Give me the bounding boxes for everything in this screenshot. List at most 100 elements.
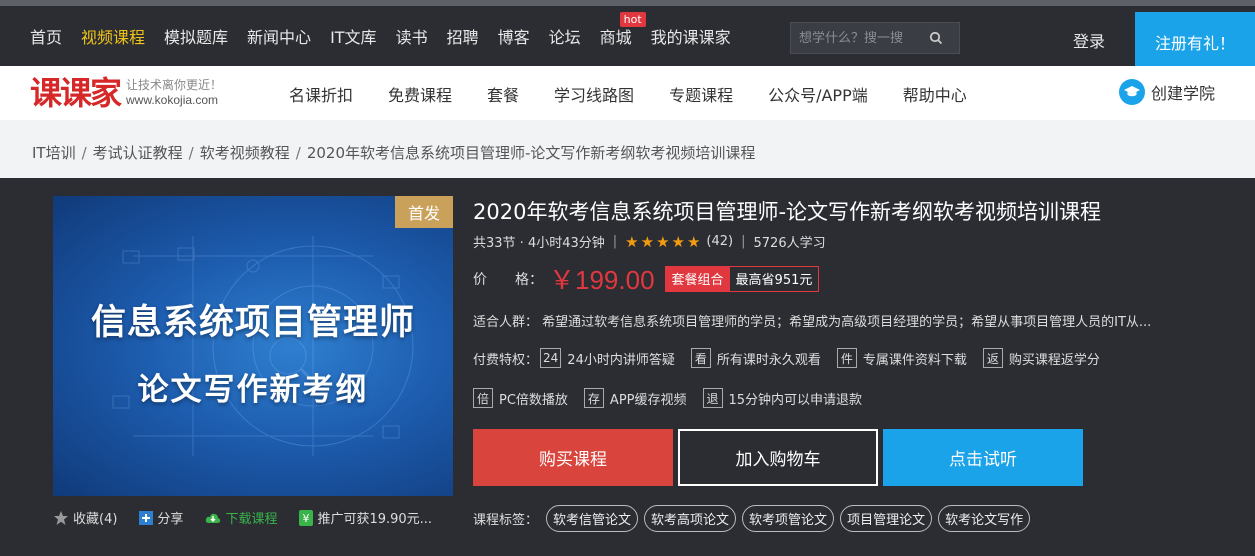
breadcrumb-item-ruankao-videos[interactable]: 软考视频教程 — [200, 144, 290, 162]
course-tag[interactable]: 项目管理论文 — [840, 505, 933, 532]
cloud-download-icon — [205, 512, 221, 524]
breadcrumb-item-certification[interactable]: 考试认证教程 — [93, 144, 183, 162]
nav-item-mock-exams[interactable]: 模拟题库 — [164, 24, 228, 48]
privilege-text: 24小时内讲师答疑 — [567, 352, 675, 368]
search-icon[interactable] — [921, 23, 951, 53]
tags-label: 课程标签： — [473, 513, 539, 528]
top-navbar: 首页 视频课程 模拟题库 新闻中心 IT文库 读书 招聘 博客 论坛 商城 ho… — [0, 0, 1255, 72]
subnav-item-help[interactable]: 帮助中心 — [903, 82, 967, 106]
privilege-item: 24 24小时内讲师答疑 — [540, 348, 675, 368]
buy-course-button[interactable]: 购买课程 — [473, 429, 673, 486]
register-button[interactable]: 注册有礼！ — [1135, 12, 1255, 72]
privilege-item: 返购买课程返学分 — [982, 348, 1100, 368]
nav-item-jobs[interactable]: 招聘 — [447, 24, 479, 48]
first-release-badge: 首发 — [395, 196, 453, 228]
rating-star-icon: ★ — [671, 232, 685, 251]
nav-item-news[interactable]: 新闻中心 — [247, 24, 311, 48]
cover-title-line1: 信息系统项目管理师 — [90, 303, 415, 343]
course-tag[interactable]: 软考论文写作 — [938, 505, 1031, 532]
privilege-text: 所有课时永久观看 — [716, 352, 821, 368]
rating-star-icon: ★ — [686, 232, 701, 251]
privilege-item: 退 15分钟内可以申请退款 — [702, 388, 862, 408]
review-count[interactable]: (42) — [706, 234, 733, 249]
subnav-item-package[interactable]: 套餐 — [487, 82, 519, 106]
breadcrumb: IT培训 / 考试认证教程 / 软考视频教程 / 2020年软考信息系统项目管理师-论文写作… — [32, 142, 755, 163]
logo-mark: 课课家 — [30, 74, 122, 112]
breadcrumb-separator: / — [188, 144, 194, 162]
rating-star-icon: ★ — [625, 232, 639, 251]
meta-divider: | — [612, 234, 618, 249]
course-tag[interactable]: 软考高项论文 — [644, 505, 737, 532]
nav-item-blog[interactable]: 博客 — [498, 24, 530, 48]
graduation-cap-icon — [1119, 79, 1145, 105]
nav-item-forum[interactable]: 论坛 — [549, 24, 581, 48]
promote-link[interactable]: ¥ 推广可获19.90元... — [299, 508, 432, 527]
add-to-cart-button[interactable]: 加入购物车 — [678, 429, 878, 486]
course-tag[interactable]: 软考项管论文 — [742, 505, 835, 532]
nav-item-home[interactable]: 首页 — [30, 24, 62, 48]
sub-navbar: 课课家 让技术离你更近！ www.kokojia.com 名课折扣 免费课程 套… — [0, 66, 1255, 120]
logo-slogan: 让技术离你更近！ — [126, 78, 223, 92]
trial-listen-button[interactable]: 点击试听 — [883, 429, 1083, 486]
download-course-button[interactable]: 下载课程 — [205, 508, 277, 527]
privilege-icon: 件 — [836, 348, 857, 368]
meta-divider: | — [741, 234, 746, 249]
privilege-row: 倍 PC倍数播放 存 APP缓存视频 退 15分钟内可以申请退款 — [473, 386, 1116, 410]
svg-text:¥: ¥ — [303, 512, 310, 525]
rating-star-icon: ★ — [640, 232, 655, 251]
main-nav: 首页 视频课程 模拟题库 新闻中心 IT文库 读书 招聘 博客 论坛 商城 ho… — [30, 12, 750, 48]
privilege-text: APP缓存视频 — [609, 392, 687, 408]
privilege-icon: 看 — [690, 348, 711, 368]
subnav-item-topics[interactable]: 专题课程 — [669, 82, 733, 106]
search-box — [790, 22, 960, 54]
share-label: 分享 — [157, 512, 184, 527]
combo-tag: 套餐组合 — [665, 266, 730, 291]
nav-item-video-courses[interactable]: 视频课程 — [81, 24, 145, 48]
cover-actions: 收藏(4) 分享 下载课程 ¥ 推广可获19.90元... — [53, 508, 454, 527]
breadcrumb-bar: IT培训 / 考试认证教程 / 软考视频教程 / 2020年软考信息系统项目管理师-论文写作… — [0, 120, 1255, 178]
student-count: 5726人学习 — [753, 236, 826, 251]
favorite-button[interactable]: 收藏(4) — [53, 508, 117, 527]
site-logo[interactable]: 课课家 让技术离你更近！ www.kokojia.com — [30, 74, 222, 112]
yuan-icon: ¥ — [299, 509, 314, 526]
cover-title-line2: 论文写作新考纲 — [137, 372, 369, 408]
breadcrumb-item-it-training[interactable]: IT培训 — [32, 144, 76, 162]
privilege-icon: 退 — [702, 388, 723, 408]
privilege-item: 看所有课时永久观看 — [690, 348, 821, 368]
nav-item-my-kokojia[interactable]: 我的课课家 — [651, 24, 731, 48]
privilege-icon: 倍 — [473, 388, 493, 408]
create-academy-label: 创建学院 — [1151, 84, 1216, 103]
course-title: 2020年软考信息系统项目管理师-论文写作新考纲软考视频培训课程 — [473, 200, 1102, 224]
privilege-text: 购买课程返学分 — [1008, 352, 1100, 368]
nav-item-it-library[interactable]: IT文库 — [330, 24, 377, 48]
price-label: 价 格： — [473, 271, 543, 288]
privilege-icon: 24 — [540, 348, 562, 368]
privilege-item: 存 APP缓存视频 — [583, 388, 687, 408]
subnav-item-roadmap[interactable]: 学习线路图 — [554, 82, 634, 106]
plus-icon — [139, 510, 154, 525]
rating-stars: ★ ★ ★ ★ ★ — [625, 233, 702, 251]
rating-star-icon: ★ — [656, 232, 670, 251]
subnav-item-free[interactable]: 免费课程 — [388, 82, 452, 106]
nav-item-reading[interactable]: 读书 — [396, 24, 428, 48]
create-academy-link[interactable]: 创建学院 — [1119, 79, 1215, 105]
course-cover-image[interactable]: 信息系统项目管理师 论文写作新考纲 首发 — [53, 196, 453, 496]
course-tags: 课程标签： 软考信管论文 软考高项论文 软考项管论文 项目管理论文 软考论文写作 — [473, 505, 1036, 532]
search-input[interactable] — [791, 30, 921, 46]
paid-privileges: 付费特权： 24 24小时内讲师答疑 看所有课时永久观看 件专属课件资料下载 返购… — [473, 346, 1116, 426]
hot-badge: hot — [619, 12, 646, 27]
combo-offer[interactable]: 套餐组合 最高省951元 — [664, 265, 820, 292]
course-tag[interactable]: 软考信管论文 — [546, 505, 639, 532]
login-link[interactable]: 登录 — [1073, 28, 1105, 52]
breadcrumb-separator: / — [81, 144, 87, 162]
privilege-icon: 返 — [982, 348, 1003, 368]
share-button[interactable]: 分享 — [139, 508, 183, 527]
course-meta: 共33节 · 4小时43分钟 | ★ ★ ★ ★ ★ (42) | 5726人学习 — [473, 232, 826, 252]
star-icon — [53, 510, 69, 526]
logo-text: 让技术离你更近！ www.kokojia.com — [126, 78, 222, 108]
subnav-item-app[interactable]: 公众号/APP端 — [768, 82, 868, 106]
privileges-label: 付费特权： — [473, 352, 539, 368]
privilege-row: 付费特权： 24 24小时内讲师答疑 看所有课时永久观看 件专属课件资料下载 返购… — [473, 346, 1116, 370]
subnav-item-discount[interactable]: 名课折扣 — [289, 82, 353, 106]
nav-item-mall[interactable]: 商城 hot — [600, 12, 646, 48]
